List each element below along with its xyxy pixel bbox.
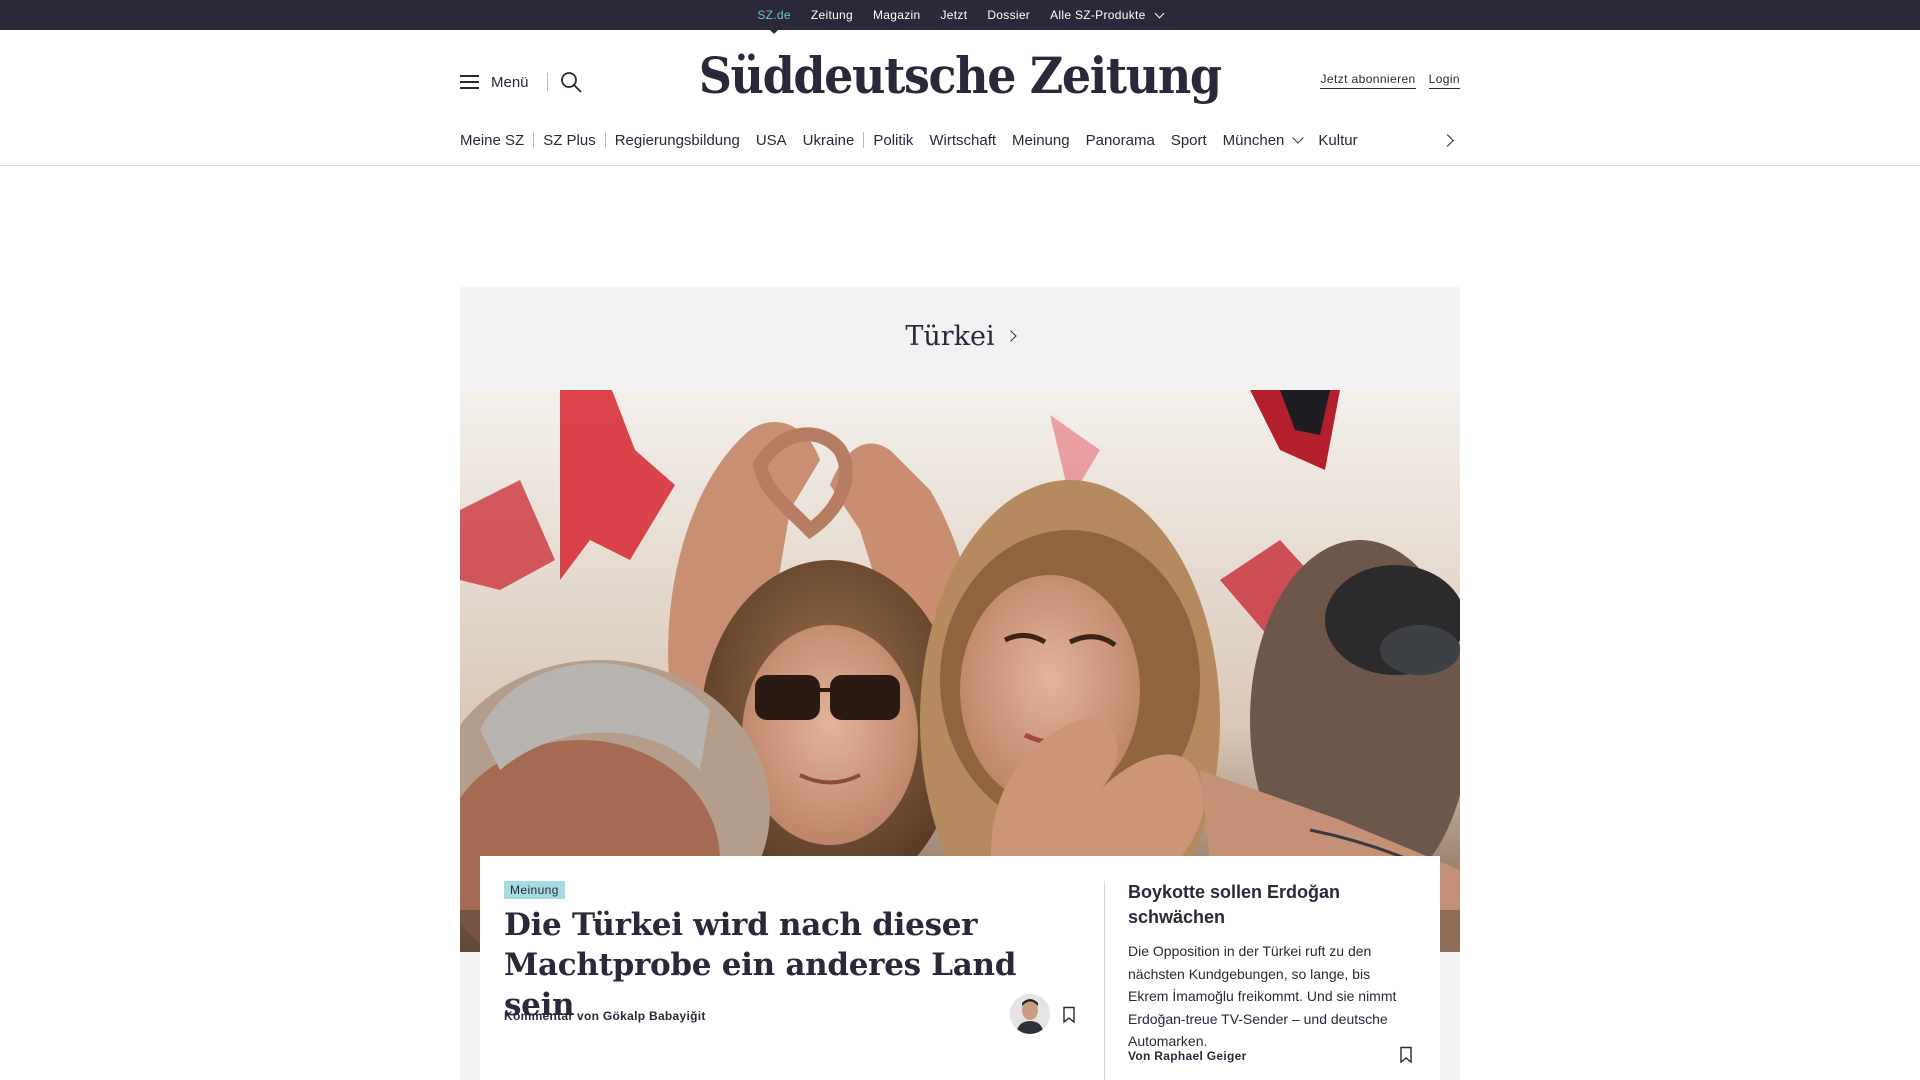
- topbar-link-alle-produkte[interactable]: Alle SZ-Produkte: [1050, 8, 1165, 22]
- topbar-link-zeitung[interactable]: Zeitung: [811, 8, 853, 22]
- site-header: Menü Süddeutsche Zeitung Jetzt abonniere…: [460, 30, 1460, 135]
- main-article[interactable]: Meinung Die Türkei wird nach dieser Mach…: [504, 856, 1084, 1080]
- author-avatar: [1010, 994, 1050, 1034]
- chevron-right-icon[interactable]: [1440, 131, 1460, 151]
- bookmark-icon[interactable]: [1062, 1006, 1076, 1024]
- category-badge: Meinung: [504, 881, 565, 899]
- nav-divider: [533, 132, 535, 148]
- nav-item-meine-sz[interactable]: Meine SZ: [460, 132, 524, 149]
- chevron-right-icon: [1004, 330, 1017, 342]
- nav-item-wirtschaft[interactable]: Wirtschaft: [929, 132, 996, 149]
- card-divider: [1104, 881, 1105, 1080]
- nav-item-usa[interactable]: USA: [756, 132, 787, 149]
- nav-item-meinung[interactable]: Meinung: [1012, 132, 1070, 149]
- nav-item-regierungsbildung[interactable]: Regierungsbildung: [615, 132, 740, 149]
- product-links: SZ.de Zeitung Magazin Jetzt Dossier Alle…: [0, 0, 1920, 34]
- bookmark-icon[interactable]: [1399, 1046, 1413, 1064]
- topbar-link-jetzt[interactable]: Jetzt: [940, 8, 967, 22]
- logo-text: Süddeutsche Zeitung: [699, 46, 1222, 105]
- article-byline: Kommentar von Gökalp Babayiğit: [504, 1009, 706, 1023]
- nav-item-ukraine[interactable]: Ukraine: [803, 132, 855, 149]
- chevron-down-icon: [1154, 8, 1165, 18]
- side-article-teaser: Die Opposition in der Türkei ruft zu den…: [1128, 943, 1397, 1049]
- nav-item-muenchen-label: München: [1222, 131, 1285, 149]
- article-headline[interactable]: Die Türkei wird nach dieser Machtprobe e…: [504, 905, 1064, 1025]
- side-article[interactable]: Boykotte sollen Erdoğan schwächen Die Op…: [1128, 856, 1428, 1080]
- header-divider: [0, 165, 1920, 166]
- top-bar: SZ.de Zeitung Magazin Jetzt Dossier Alle…: [0, 0, 1920, 34]
- nav-item-politik[interactable]: Politik: [873, 132, 913, 149]
- nav-item-sz-plus[interactable]: SZ Plus: [543, 132, 596, 149]
- nav-divider: [863, 132, 865, 148]
- topbar-link-dossier[interactable]: Dossier: [987, 8, 1030, 22]
- side-article-byline: Von Raphael Geiger: [1128, 1049, 1247, 1063]
- nav-divider: [604, 132, 606, 148]
- side-article-headline[interactable]: Boykotte sollen Erdoğan schwächen: [1128, 880, 1418, 930]
- nav-item-kultur[interactable]: Kultur: [1318, 132, 1357, 149]
- account-links: Jetzt abonnieren Login: [1320, 72, 1460, 89]
- topbar-link-magazin[interactable]: Magazin: [873, 8, 920, 22]
- chevron-down-icon: [1292, 131, 1305, 144]
- teaser-card: Meinung Die Türkei wird nach dieser Mach…: [480, 856, 1440, 1080]
- site-logo[interactable]: Süddeutsche Zeitung: [460, 46, 1460, 105]
- subscribe-link[interactable]: Jetzt abonnieren: [1320, 72, 1416, 89]
- nav-item-panorama[interactable]: Panorama: [1086, 132, 1155, 149]
- section-nav: Meine SZ SZ Plus Regierungsbildung USA U…: [460, 127, 1460, 153]
- nav-item-muenchen[interactable]: München: [1222, 131, 1305, 149]
- topic-title-link[interactable]: Türkei: [460, 321, 1460, 352]
- topbar-link-szde[interactable]: SZ.de: [757, 8, 791, 34]
- topic-section: Türkei Meinung Die Türkei wird nach dies…: [460, 287, 1460, 1080]
- nav-item-sport[interactable]: Sport: [1171, 132, 1207, 149]
- login-link[interactable]: Login: [1428, 72, 1460, 89]
- topic-title: Türkei: [905, 321, 995, 352]
- alle-produkte-label: Alle SZ-Produkte: [1050, 8, 1146, 22]
